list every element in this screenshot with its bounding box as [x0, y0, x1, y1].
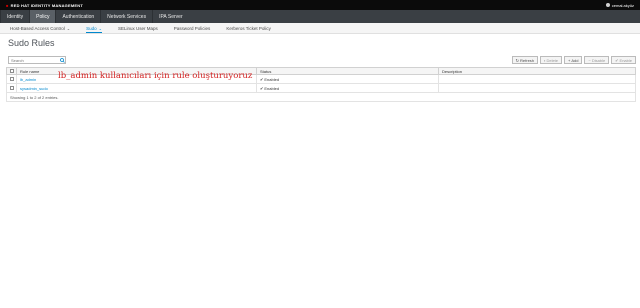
red-hat-icon: ■ [6, 2, 9, 8]
enable-label: Enable [619, 57, 632, 63]
nav-network-services[interactable]: Network Services [100, 10, 152, 23]
subnav-password-policies[interactable]: Password Policies [166, 23, 219, 33]
refresh-icon: ↻ [515, 57, 520, 63]
status-text: Enabled [264, 76, 280, 82]
brand-text: RED HAT IDENTITY MANAGEMENT [10, 2, 83, 8]
disable-button[interactable]: − Disable [584, 56, 610, 64]
masthead: ■ RED HAT IDENTITY MANAGEMENT cemal.akyüz [0, 0, 640, 10]
status-cell: ✔Enabled [256, 83, 439, 93]
trash-icon: ▪ [544, 57, 546, 63]
chevron-down-icon: ⌄ [98, 25, 103, 31]
search-icon[interactable] [59, 57, 65, 63]
chevron-down-icon: ⌄ [66, 25, 71, 31]
rule-name-link[interactable]: lb_admin [20, 77, 36, 82]
row-select-cell [6, 83, 17, 93]
delete-button[interactable]: ▪ Delete [540, 56, 563, 64]
status-text: Enabled [264, 85, 280, 91]
subnav-sudo-label: Sudo [86, 25, 97, 31]
subnav-kerberos[interactable]: Kerberos Ticket Policy [218, 23, 279, 33]
delete-label: Delete [546, 57, 559, 63]
row-checkbox[interactable] [9, 77, 14, 82]
select-all-cell [6, 67, 17, 75]
minus-icon: − [588, 57, 591, 63]
rule-name-cell: sysadmin_sudo [16, 83, 257, 93]
check-icon: ✔ [260, 76, 264, 82]
table-footer: Showing 1 to 2 of 2 entries. [6, 93, 636, 102]
user-avatar-icon [605, 3, 610, 7]
row-select-cell [6, 74, 17, 84]
refresh-button[interactable]: ↻ Refresh [511, 56, 539, 64]
enable-button[interactable]: ✔ Enable [611, 56, 636, 64]
description-cell [438, 83, 636, 93]
rule-name-link[interactable]: sysadmin_sudo [20, 86, 48, 91]
check-icon: ✔ [615, 57, 619, 63]
subnav-selinux[interactable]: SELinux User Maps [110, 23, 166, 33]
check-icon: ✔ [260, 85, 264, 91]
add-label: Add [571, 57, 579, 63]
row-checkbox[interactable] [9, 86, 14, 91]
table-row: sysadmin_sudo ✔Enabled [6, 83, 636, 93]
main-nav: Identity Policy Authentication Network S… [0, 10, 640, 23]
search-box [8, 56, 66, 64]
disable-label: Disable [591, 57, 606, 63]
page-title: Sudo Rules [8, 38, 55, 48]
subnav-hbac-label: Host-Based Access Control [10, 25, 65, 31]
col-description[interactable]: Description [438, 67, 636, 75]
refresh-label: Refresh [520, 57, 535, 63]
subnav-sudo[interactable]: Sudo ⌄ [78, 23, 110, 33]
toolbar: ↻ Refresh ▪ Delete + Add − Disable ✔ Ena… [511, 56, 636, 64]
description-cell [438, 74, 636, 84]
nav-authentication[interactable]: Authentication [55, 10, 100, 23]
plus-icon: + [568, 57, 571, 63]
nav-ipa-server[interactable]: IPA Server [152, 10, 189, 23]
status-cell: ✔Enabled [256, 74, 439, 84]
brand-logo: ■ RED HAT IDENTITY MANAGEMENT [6, 3, 83, 8]
nav-identity[interactable]: Identity [0, 10, 29, 23]
user-name: cemal.akyüz [611, 2, 634, 8]
col-status[interactable]: Status [256, 67, 439, 75]
sub-nav: Host-Based Access Control ⌄ Sudo ⌄ SELin… [0, 23, 640, 34]
user-menu[interactable]: cemal.akyüz [605, 2, 634, 8]
subnav-hbac[interactable]: Host-Based Access Control ⌄ [2, 23, 78, 33]
annotation-text: lb_admin kullanıcıları için rule oluştur… [58, 71, 253, 81]
nav-policy[interactable]: Policy [29, 10, 56, 23]
add-button[interactable]: + Add [564, 56, 583, 64]
select-all-checkbox[interactable] [9, 69, 14, 74]
search-input[interactable] [9, 57, 59, 63]
